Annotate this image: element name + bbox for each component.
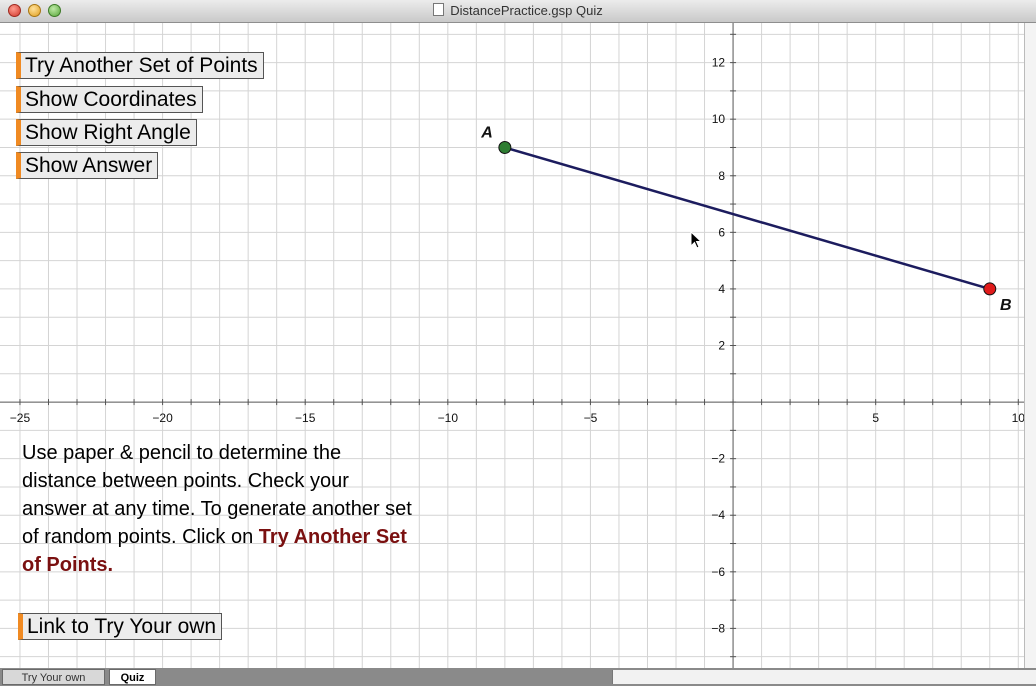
x-tick-label: −5 <box>584 411 598 425</box>
x-tick-label: −15 <box>295 411 316 425</box>
y-tick-label: 4 <box>718 282 725 296</box>
segment-ab[interactable] <box>504 146 991 291</box>
y-tick-label: 6 <box>718 225 725 239</box>
sketch-canvas[interactable]: −25 −20 −15 −10 −5 5 10 −8 −6 −4 −2 2 4 6 8 10 12 A B Try … <box>0 23 1036 668</box>
window-title-text: DistancePractice.gsp Quiz <box>450 3 603 18</box>
mouse-cursor-icon <box>690 231 703 249</box>
page-tabs-bar: Try Your own Quiz <box>0 668 1036 686</box>
y-tick-label: −2 <box>711 452 725 466</box>
y-tick-label: −6 <box>711 565 725 579</box>
link-try-your-own-button[interactable]: Link to Try Your own <box>18 613 223 640</box>
point-label-b: B <box>1000 297 1012 314</box>
y-tick-label: −4 <box>711 508 725 522</box>
show-right-angle-button[interactable]: Show Right Angle <box>16 119 197 146</box>
y-tick-label: 10 <box>712 112 726 126</box>
tab-try-your-own[interactable]: Try Your own <box>2 669 105 685</box>
show-coordinates-button[interactable]: Show Coordinates <box>16 86 203 113</box>
y-tick-label: 12 <box>712 56 726 70</box>
point-label-a: A <box>480 124 493 141</box>
tab-quiz[interactable]: Quiz <box>109 669 156 685</box>
x-tick-label: 10 <box>1012 411 1024 425</box>
instructions-text: Use paper & pencil to determine the dist… <box>22 439 412 579</box>
y-tick-label: −8 <box>711 621 725 635</box>
x-tick-label: −10 <box>438 411 459 425</box>
point-a[interactable] <box>498 140 512 154</box>
window-title: DistancePractice.gsp Quiz <box>0 3 1036 18</box>
vertical-scrollbar[interactable] <box>1024 23 1036 668</box>
x-tick-label: −25 <box>10 411 31 425</box>
y-tick-label: 8 <box>718 169 725 183</box>
point-b[interactable] <box>983 282 997 296</box>
window-titlebar: DistancePractice.gsp Quiz <box>0 0 1036 23</box>
horizontal-scrollbar[interactable] <box>612 670 1036 684</box>
x-tick-label: −20 <box>152 411 173 425</box>
show-answer-button[interactable]: Show Answer <box>16 152 159 179</box>
try-another-set-button[interactable]: Try Another Set of Points <box>16 52 264 79</box>
document-icon <box>433 3 445 16</box>
y-tick-label: 2 <box>718 339 725 353</box>
x-tick-label: 5 <box>872 411 879 425</box>
